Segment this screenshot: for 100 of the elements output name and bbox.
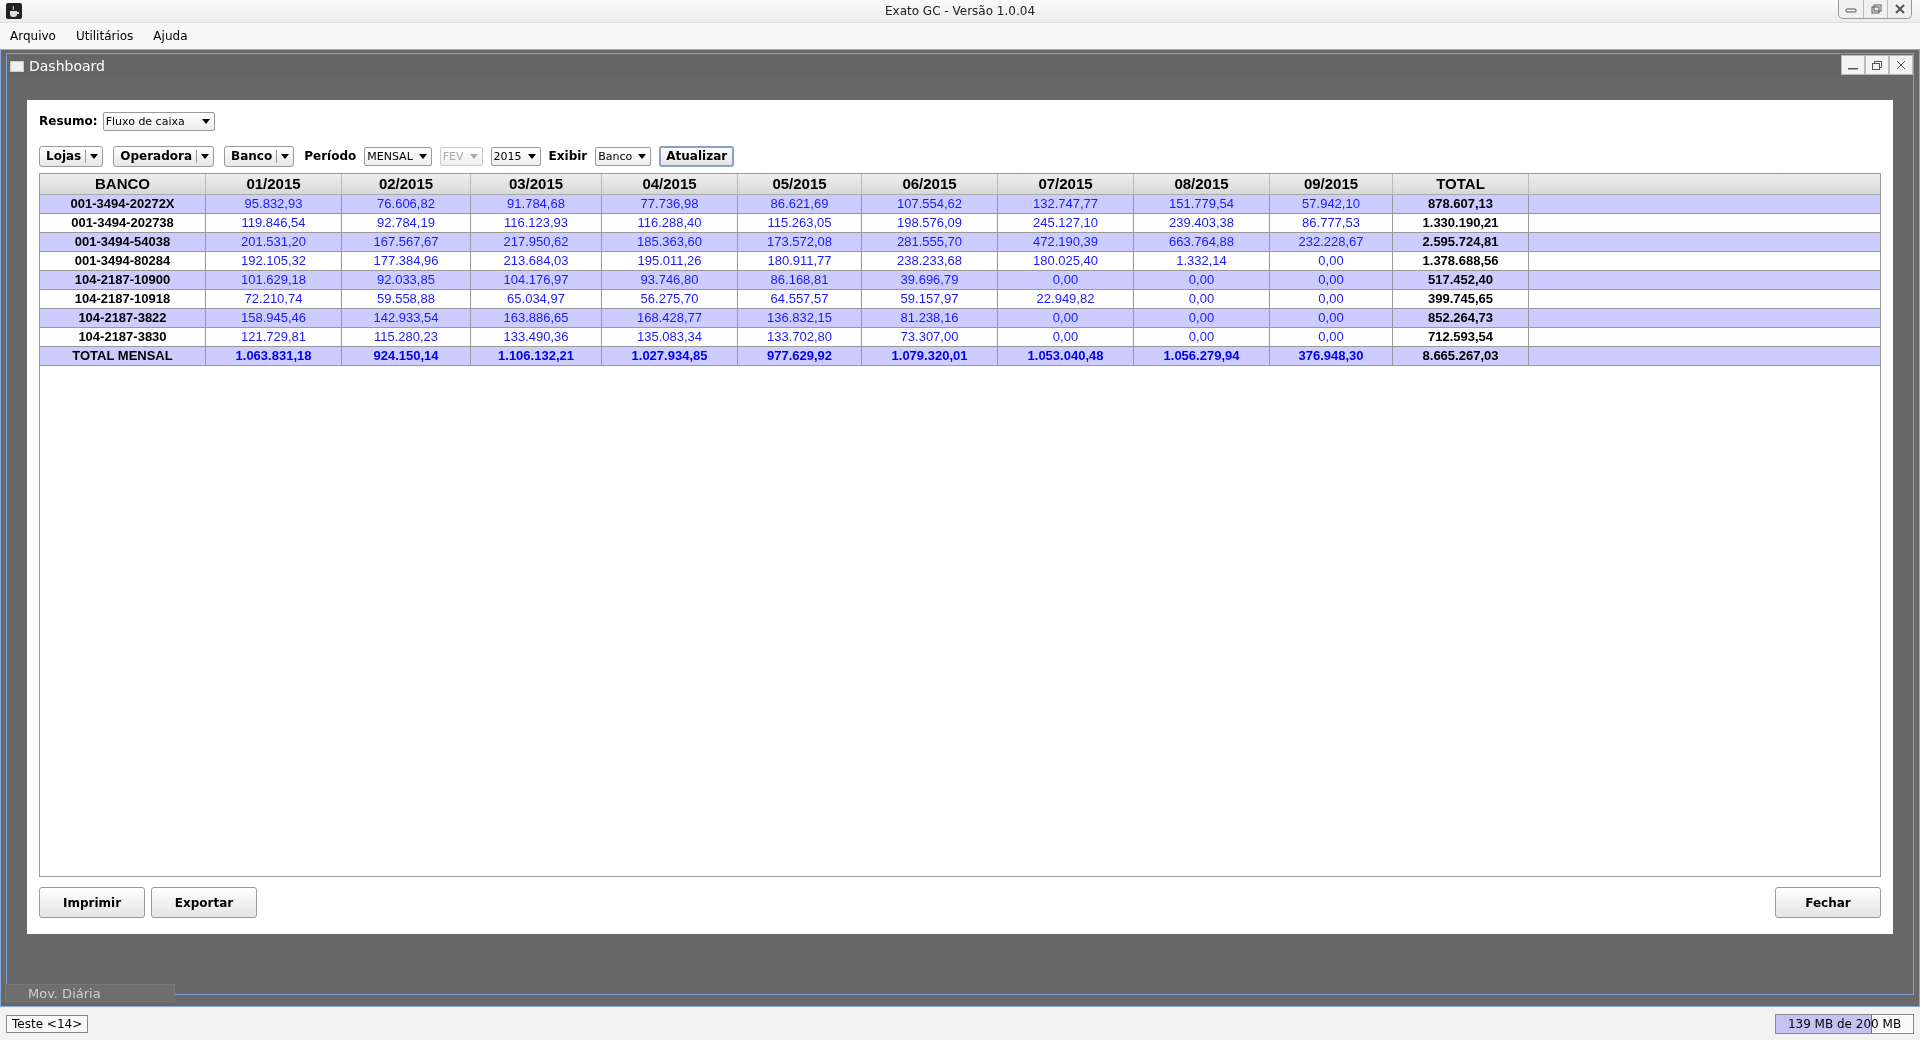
table-cell: 73.307,00 [862, 328, 998, 346]
window-icon [10, 60, 24, 72]
table-cell: 135.083,34 [602, 328, 738, 346]
table-cell: 92.784,19 [342, 214, 471, 232]
table-cell: 1.056.279,94 [1134, 347, 1270, 365]
minimize-button[interactable] [1841, 55, 1865, 75]
table-cell: 119.846,54 [206, 214, 342, 232]
table-cell: 86.621,69 [738, 195, 862, 213]
table-cell: 001-3494-54038 [40, 233, 206, 251]
refresh-button[interactable]: Atualizar [659, 145, 735, 167]
column-header[interactable]: 01/2015 [206, 174, 342, 194]
column-header[interactable]: 06/2015 [862, 174, 998, 194]
action-button[interactable]: Imprimir [39, 887, 145, 918]
table-cell: 93.746,80 [602, 271, 738, 289]
close-icon [1895, 60, 1907, 70]
table-cell: 399.745,65 [1393, 290, 1529, 308]
table-cell: 0,00 [1270, 252, 1393, 270]
dropdown[interactable]: MENSAL [364, 146, 432, 166]
dropdown[interactable]: Banco [595, 146, 652, 166]
table-cell: 712.593,54 [1393, 328, 1529, 346]
table-cell: 180.025,40 [998, 252, 1134, 270]
table-cell: 0,00 [1270, 271, 1393, 289]
table-cell: 22.949,82 [998, 290, 1134, 308]
table-cell: 173.572,08 [738, 233, 862, 251]
restore-icon [1868, 4, 1883, 14]
filter-dropdown-button[interactable]: Lojas [39, 145, 104, 167]
menu-item[interactable]: Utilitários [75, 29, 134, 43]
table-cell: 0,00 [1270, 290, 1393, 308]
table-cell: 001-3494-20272X [40, 195, 206, 213]
table-cell: 142.933,54 [342, 309, 471, 327]
restore-button[interactable] [1865, 55, 1889, 75]
column-header[interactable]: 09/2015 [1270, 174, 1393, 194]
table-cell: 924.150,14 [342, 347, 471, 365]
table-cell: 878.607,13 [1393, 195, 1529, 213]
action-button[interactable]: Exportar [151, 887, 257, 918]
table-cell: 238.233,68 [862, 252, 998, 270]
menu-item[interactable]: Arquivo [10, 29, 56, 43]
column-header[interactable]: 07/2015 [998, 174, 1134, 194]
table-cell: 281.555,70 [862, 233, 998, 251]
table-cell: 56.275,70 [602, 290, 738, 308]
table-cell: 121.729,81 [206, 328, 342, 346]
column-header[interactable]: 03/2015 [471, 174, 602, 194]
table-cell: 185.363,60 [602, 233, 738, 251]
table-cell: 852.264,73 [1393, 309, 1529, 327]
column-header[interactable]: BANCO [40, 174, 206, 194]
table-cell: 192.105,32 [206, 252, 342, 270]
close-button[interactable] [1887, 0, 1911, 18]
user-label: Teste <14> [6, 1014, 89, 1033]
column-header[interactable]: 08/2015 [1134, 174, 1270, 194]
restore-button[interactable] [1863, 0, 1887, 18]
caret-icon [527, 153, 536, 159]
table-cell: 213.684,03 [471, 252, 602, 270]
table-cell: 104-2187-10900 [40, 271, 206, 289]
close-button[interactable] [1889, 55, 1913, 75]
table-cell: 001-3494-202738 [40, 214, 206, 232]
table-cell: 1.079.320,01 [862, 347, 998, 365]
table-cell: 1.106.132,21 [471, 347, 602, 365]
table-cell: 132.747,77 [998, 195, 1134, 213]
table-cell: 8.665.267,03 [1393, 347, 1529, 365]
dropdown[interactable]: 2015 [490, 146, 541, 166]
filter-dropdown-button[interactable]: Operadora [113, 145, 215, 167]
table-cell: 59.157,97 [862, 290, 998, 308]
table-cell: 177.384,96 [342, 252, 471, 270]
caret-icon [638, 153, 647, 159]
table-cell: 245.127,10 [998, 214, 1134, 232]
close-icon [1892, 4, 1907, 14]
table-cell: 136.832,15 [738, 309, 862, 327]
table-cell: 0,00 [1134, 290, 1270, 308]
column-header[interactable]: 04/2015 [602, 174, 738, 194]
table-cell: 1.053.040,48 [998, 347, 1134, 365]
table-cell: 0,00 [998, 271, 1134, 289]
table-cell: 39.696,79 [862, 271, 998, 289]
table-cell: 0,00 [1134, 271, 1270, 289]
table-cell: 158.945,46 [206, 309, 342, 327]
table-cell: 195.011,26 [602, 252, 738, 270]
column-header[interactable]: 02/2015 [342, 174, 471, 194]
table-cell: 517.452,40 [1393, 271, 1529, 289]
caret-icon [90, 153, 99, 159]
window-title: Dashboard [29, 58, 105, 74]
table-cell: 57.942,10 [1270, 195, 1393, 213]
close-window-button[interactable]: Fechar [1775, 887, 1881, 918]
filter-dropdown-button[interactable]: Banco [224, 145, 295, 167]
field-label: Exibir [548, 149, 588, 163]
table-cell: 168.428,77 [602, 309, 738, 327]
table-cell: 0,00 [998, 309, 1134, 327]
table-cell: 1.378.688,56 [1393, 252, 1529, 270]
caret-icon [201, 153, 210, 159]
table-cell: 101.629,18 [206, 271, 342, 289]
table-cell: 65.034,97 [471, 290, 602, 308]
table-cell: 1.332,14 [1134, 252, 1270, 270]
caret-icon [201, 118, 210, 124]
column-header[interactable]: 05/2015 [738, 174, 862, 194]
table-cell: 239.403,38 [1134, 214, 1270, 232]
table-cell: 0,00 [1134, 328, 1270, 346]
summary-dropdown[interactable]: Fluxo de caixa [102, 111, 215, 131]
table-cell: 167.567,67 [342, 233, 471, 251]
column-header[interactable]: TOTAL [1393, 174, 1529, 194]
table-cell: 81.238,16 [862, 309, 998, 327]
table-cell: 0,00 [1270, 328, 1393, 346]
menu-item[interactable]: Ajuda [153, 29, 188, 43]
